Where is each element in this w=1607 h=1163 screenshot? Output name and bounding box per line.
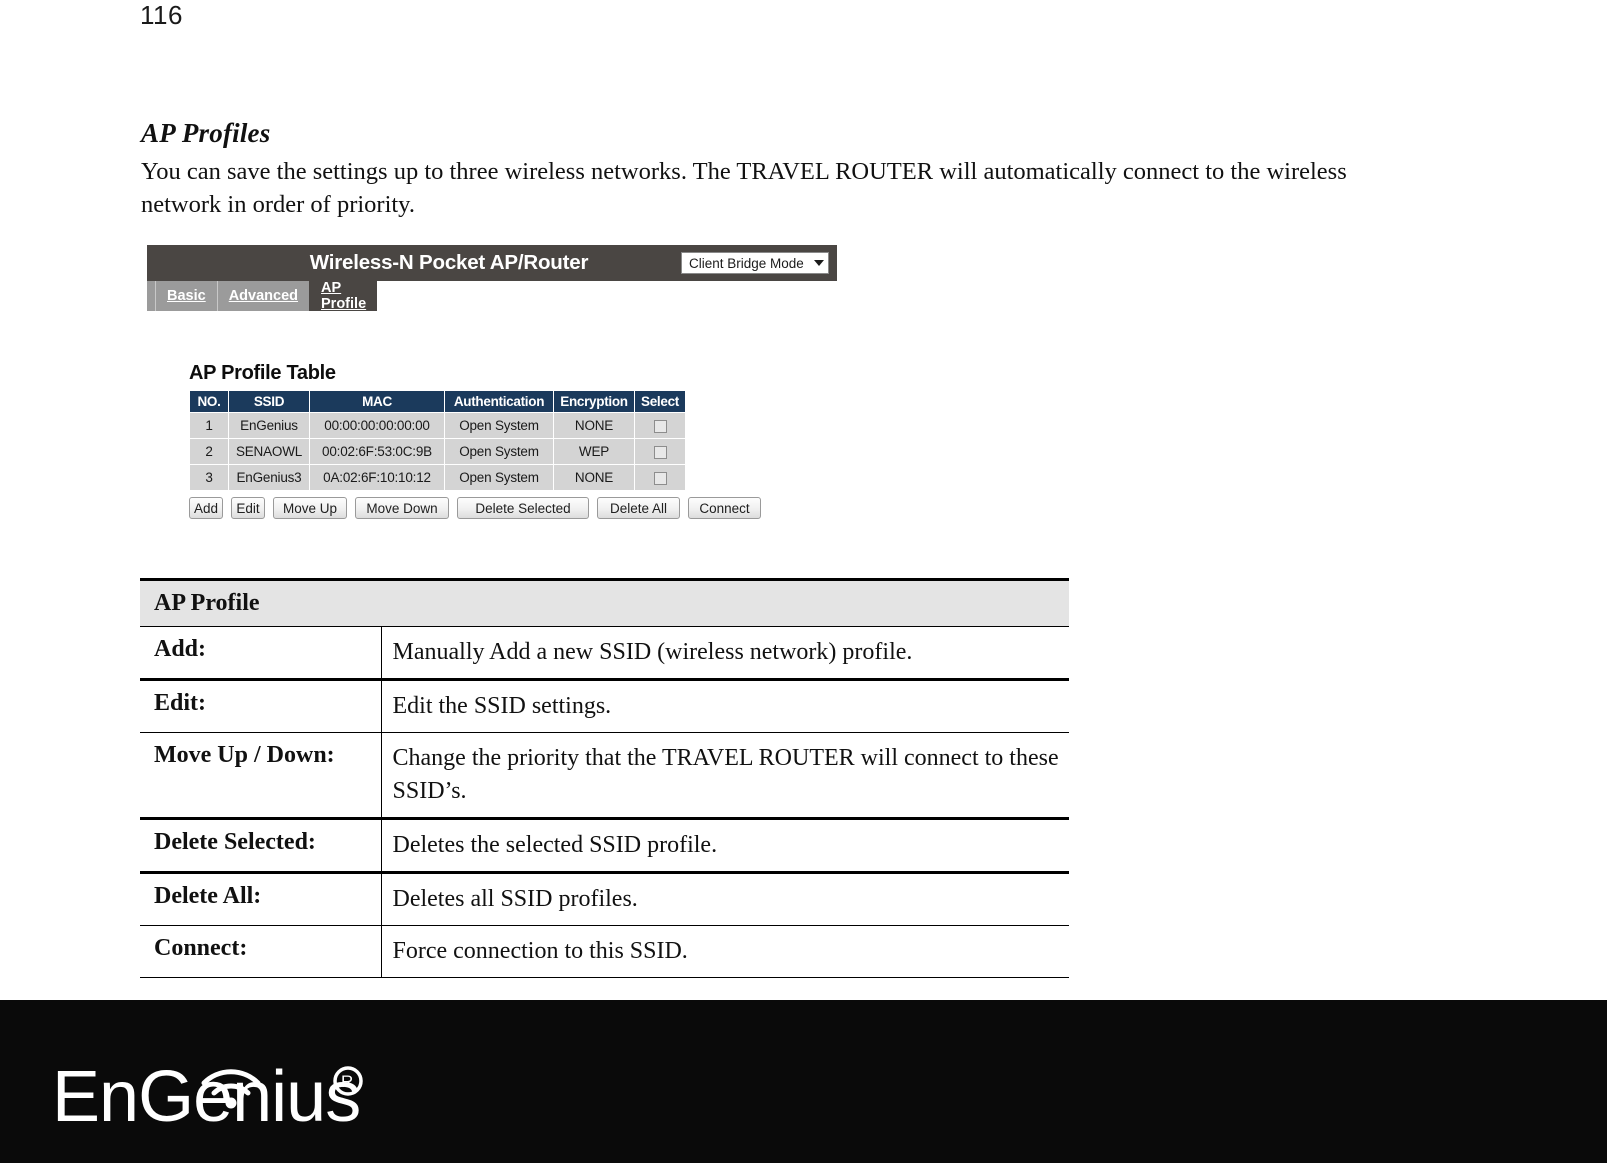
column-header-select: Select	[634, 390, 686, 413]
description-value: Manually Add a new SSID (wireless networ…	[381, 626, 1069, 681]
column-header-encryption: Encryption	[553, 390, 635, 413]
cell-mac: 0A:02:6F:10:10:12	[309, 464, 445, 491]
tab-ap-profile[interactable]: AP Profile	[309, 280, 378, 312]
ap-profile-table-section: AP Profile Table NO. SSID MAC Authentica…	[189, 362, 686, 491]
move-down-button[interactable]: Move Down	[355, 497, 449, 519]
svg-text:R: R	[341, 1072, 353, 1091]
router-tab-bar: Basic Advanced AP Profile	[147, 280, 378, 312]
cell-ssid: SENAOWL	[228, 438, 310, 465]
cell-authentication: Open System	[444, 412, 554, 439]
description-label: Connect:	[140, 925, 382, 978]
description-row-move-up-down: Move Up / Down: Change the priority that…	[140, 732, 1069, 820]
operation-mode-value: Client Bridge Mode	[689, 255, 804, 271]
move-up-button[interactable]: Move Up	[273, 497, 347, 519]
section-heading: AP Profiles	[141, 118, 271, 148]
ap-profile-action-buttons: Add Edit Move Up Move Down Delete Select…	[189, 497, 761, 519]
column-header-ssid: SSID	[228, 390, 310, 413]
cell-ssid: EnGenius	[228, 412, 310, 439]
router-web-ui-screenshot: Wireless-N Pocket AP/Router Client Bridg…	[147, 245, 837, 312]
select-checkbox[interactable]	[653, 419, 667, 433]
description-label: Add:	[140, 626, 382, 681]
cell-select	[634, 464, 686, 491]
engenius-logo: EnGenius R	[52, 1043, 382, 1128]
cell-encryption: NONE	[553, 464, 635, 491]
page-number: 116	[140, 0, 183, 30]
table-row: 1 EnGenius 00:00:00:00:00:00 Open System…	[189, 412, 686, 439]
operation-mode-select[interactable]: Client Bridge Mode	[681, 252, 829, 274]
cell-no: 1	[189, 412, 229, 439]
description-value: Force connection to this SSID.	[381, 925, 1069, 978]
column-header-authentication: Authentication	[444, 390, 554, 413]
connect-button[interactable]: Connect	[688, 497, 761, 519]
description-label: Move Up / Down:	[140, 732, 382, 820]
cell-no: 2	[189, 438, 229, 465]
select-checkbox[interactable]	[653, 471, 667, 485]
table-row: 2 SENAOWL 00:02:6F:53:0C:9B Open System …	[189, 438, 686, 465]
description-row-delete-all: Delete All: Deletes all SSID profiles.	[140, 872, 1069, 926]
delete-selected-button[interactable]: Delete Selected	[457, 497, 589, 519]
engenius-wifi-logo-icon: EnGenius R	[52, 1057, 363, 1128]
delete-all-button[interactable]: Delete All	[597, 497, 680, 519]
router-title: Wireless-N Pocket AP/Router	[309, 251, 589, 274]
select-checkbox[interactable]	[653, 445, 667, 459]
description-value: Deletes all SSID profiles.	[381, 872, 1069, 926]
section-paragraph: You can save the settings up to three wi…	[141, 158, 1347, 218]
cell-ssid: EnGenius3	[228, 464, 310, 491]
cell-select	[634, 412, 686, 439]
cell-select	[634, 438, 686, 465]
cell-mac: 00:02:6F:53:0C:9B	[309, 438, 445, 465]
description-value: Edit the SSID settings.	[381, 679, 1069, 733]
tab-basic[interactable]: Basic	[155, 281, 217, 311]
ap-profile-table-title: AP Profile Table	[189, 362, 336, 384]
description-header-label: AP Profile	[140, 578, 1069, 627]
description-label: Delete All:	[140, 872, 382, 926]
edit-button[interactable]: Edit	[231, 497, 265, 519]
description-row-add: Add: Manually Add a new SSID (wireless n…	[140, 626, 1069, 681]
cell-mac: 00:00:00:00:00:00	[309, 412, 445, 439]
ap-profile-description-table: AP Profile Add: Manually Add a new SSID …	[140, 578, 1069, 978]
cell-authentication: Open System	[444, 438, 554, 465]
cell-encryption: WEP	[553, 438, 635, 465]
description-row-connect: Connect: Force connection to this SSID.	[140, 925, 1069, 978]
description-value: Deletes the selected SSID profile.	[381, 818, 1069, 874]
description-row-delete-selected: Delete Selected: Deletes the selected SS…	[140, 818, 1069, 874]
description-value: Change the priority that the TRAVEL ROUT…	[381, 732, 1069, 820]
svg-text:EnGenius: EnGenius	[52, 1057, 360, 1128]
cell-encryption: NONE	[553, 412, 635, 439]
add-button[interactable]: Add	[189, 497, 223, 519]
description-header-row: AP Profile	[140, 578, 1069, 627]
column-header-mac: MAC	[309, 390, 445, 413]
description-label: Delete Selected:	[140, 818, 382, 874]
cell-no: 3	[189, 464, 229, 491]
cell-authentication: Open System	[444, 464, 554, 491]
ap-profile-table: NO. SSID MAC Authentication Encryption S…	[189, 390, 686, 491]
column-header-no: NO.	[189, 390, 229, 413]
table-row: 3 EnGenius3 0A:02:6F:10:10:12 Open Syste…	[189, 464, 686, 491]
tab-advanced[interactable]: Advanced	[216, 281, 309, 311]
description-row-edit: Edit: Edit the SSID settings.	[140, 679, 1069, 733]
description-label: Edit:	[140, 679, 382, 733]
table-header-row: NO. SSID MAC Authentication Encryption S…	[189, 390, 686, 413]
router-titlebar: Wireless-N Pocket AP/Router Client Bridg…	[147, 245, 837, 281]
chevron-down-icon	[814, 260, 824, 266]
